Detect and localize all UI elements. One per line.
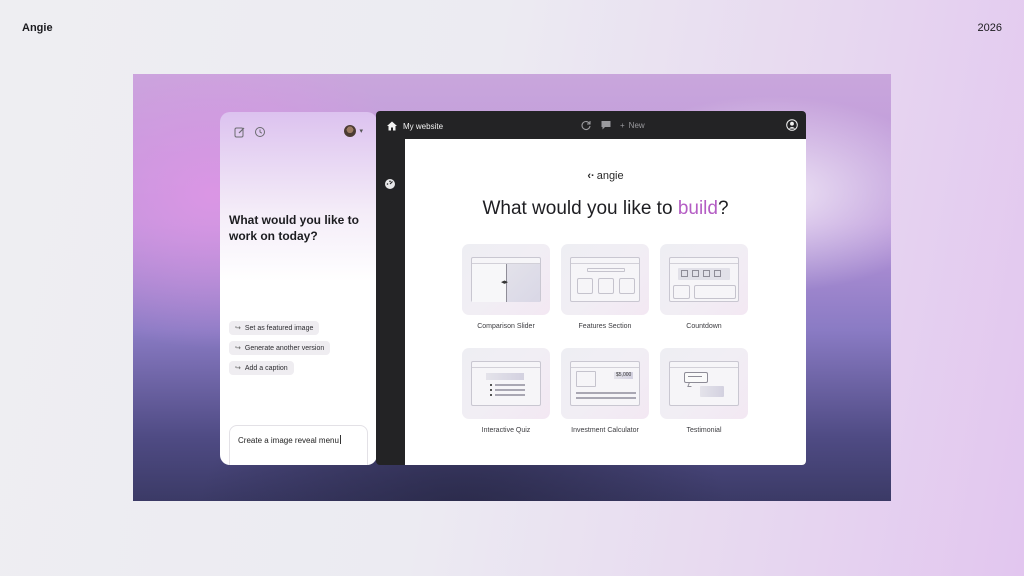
suggestion-chip[interactable]: ↪ Generate another version	[229, 341, 331, 355]
template-grid: ◂▸ Comparison Slider Features Section Co…	[462, 244, 748, 434]
chat-panel: ▾ What would you like to work on today? …	[220, 112, 377, 465]
suggestion-label: Generate another version	[244, 344, 325, 352]
template-card-label: Countdown	[686, 323, 722, 330]
suggestion-label: Add a caption	[244, 364, 288, 372]
template-thumbnail: ◂▸	[462, 244, 550, 315]
new-button[interactable]: + New	[620, 121, 645, 130]
editor-window: My website + New ‹· angie What would you…	[376, 111, 806, 465]
template-card-features-section[interactable]: Features Section	[561, 244, 649, 330]
chat-input-text[interactable]: Create a image reveal menu	[238, 435, 348, 447]
calculator-value: $5,000	[614, 372, 634, 379]
reply-arrow-icon: ↪	[235, 345, 241, 352]
refresh-icon[interactable]	[580, 119, 592, 131]
chevron-down-icon: ▾	[359, 128, 363, 135]
brand-name: Angie	[22, 22, 53, 34]
template-thumbnail	[660, 348, 748, 419]
template-thumbnail	[462, 348, 550, 419]
editor-topbar: My website + New	[376, 111, 806, 139]
text-cursor	[339, 435, 341, 444]
template-card-label: Features Section	[578, 323, 632, 330]
suggestion-label: Set as featured image	[244, 324, 314, 332]
comment-icon[interactable]	[600, 119, 612, 131]
year-label: 2026	[977, 22, 1002, 34]
template-card-testimonial[interactable]: Testimonial	[660, 348, 748, 434]
account-menu-button[interactable]: ▾	[344, 125, 363, 137]
reply-arrow-icon: ↪	[235, 365, 241, 372]
chat-prompt-title: What would you like to work on today?	[229, 213, 359, 243]
template-card-comparison-slider[interactable]: ◂▸ Comparison Slider	[462, 244, 550, 330]
suggestion-list: ↪ Set as featured image ↪ Generate anoth…	[229, 321, 331, 375]
site-name: My website	[403, 121, 444, 131]
drag-handle-icon: ◂▸	[501, 279, 509, 286]
history-icon[interactable]	[254, 126, 266, 138]
site-title[interactable]: My website	[386, 120, 443, 132]
reply-arrow-icon: ↪	[235, 325, 241, 332]
home-icon	[386, 120, 398, 132]
template-card-interactive-quiz[interactable]: Interactive Quiz	[462, 348, 550, 434]
template-card-label: Comparison Slider	[477, 323, 535, 330]
build-headline: What would you like to build?	[482, 198, 729, 219]
plus-icon: +	[620, 120, 625, 130]
template-card-investment-calculator[interactable]: $5,000 Investment Calculator	[561, 348, 649, 434]
template-card-countdown[interactable]: Countdown	[660, 244, 748, 330]
template-card-label: Testimonial	[686, 427, 722, 434]
avatar	[344, 125, 357, 137]
editor-canvas: ‹· angie What would you like to build? ◂▸…	[405, 139, 806, 465]
suggestion-chip[interactable]: ↪ Set as featured image	[229, 321, 320, 335]
template-card-label: Investment Calculator	[571, 427, 639, 434]
dashboard-gauge-icon[interactable]	[384, 178, 396, 190]
template-thumbnail: $5,000	[561, 348, 649, 419]
editor-sidebar	[376, 139, 405, 465]
editor-tools: + New	[580, 119, 645, 131]
hero-stage: ▾ What would you like to work on today? …	[133, 74, 891, 501]
angie-logo: ‹· angie	[587, 170, 624, 182]
chat-toolbar	[234, 126, 266, 138]
template-thumbnail	[561, 244, 649, 315]
user-icon[interactable]	[786, 119, 798, 131]
template-thumbnail	[660, 244, 748, 315]
compose-icon[interactable]	[234, 126, 246, 138]
suggestion-chip[interactable]: ↪ Add a caption	[229, 361, 294, 375]
template-card-label: Interactive Quiz	[481, 427, 531, 434]
chat-input[interactable]: Create a image reveal menu ↑	[229, 425, 368, 465]
